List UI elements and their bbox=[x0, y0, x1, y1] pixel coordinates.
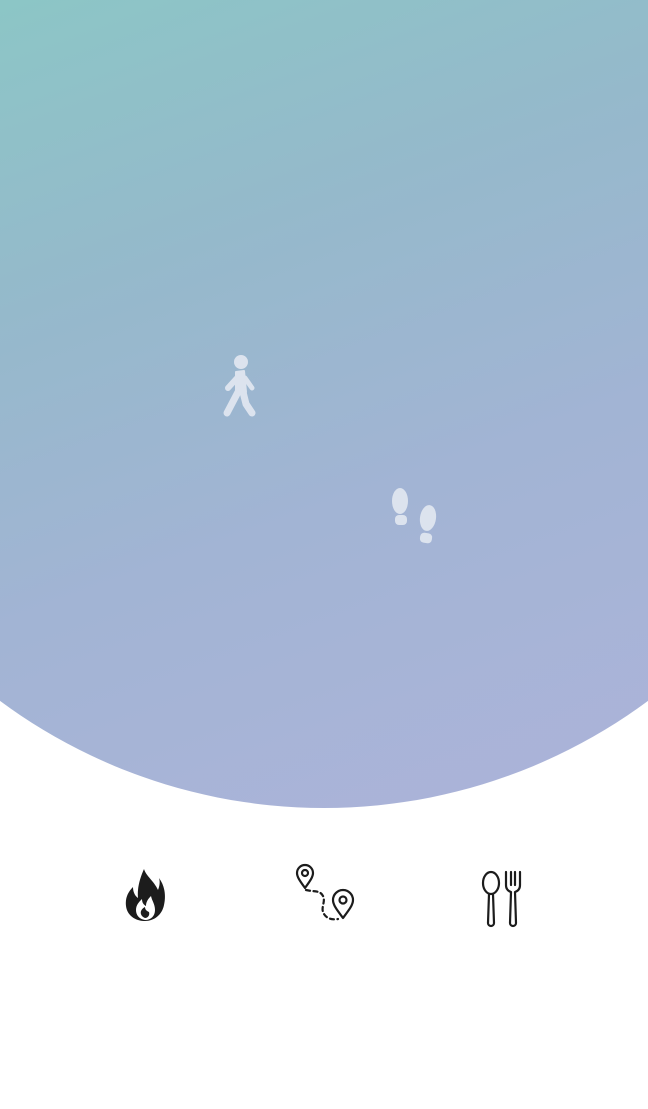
footsteps-icon bbox=[392, 488, 437, 544]
feature-icons-row bbox=[0, 860, 648, 930]
calories-flame-icon bbox=[125, 869, 165, 921]
onboarding-screen bbox=[0, 0, 648, 1109]
hero-gradient-fill bbox=[0, 0, 648, 808]
hero-gradient-blob bbox=[0, 0, 648, 808]
route-distance-icon bbox=[295, 863, 355, 921]
walking-person-icon bbox=[223, 355, 256, 417]
food-spoon-fork-icon bbox=[481, 870, 522, 928]
